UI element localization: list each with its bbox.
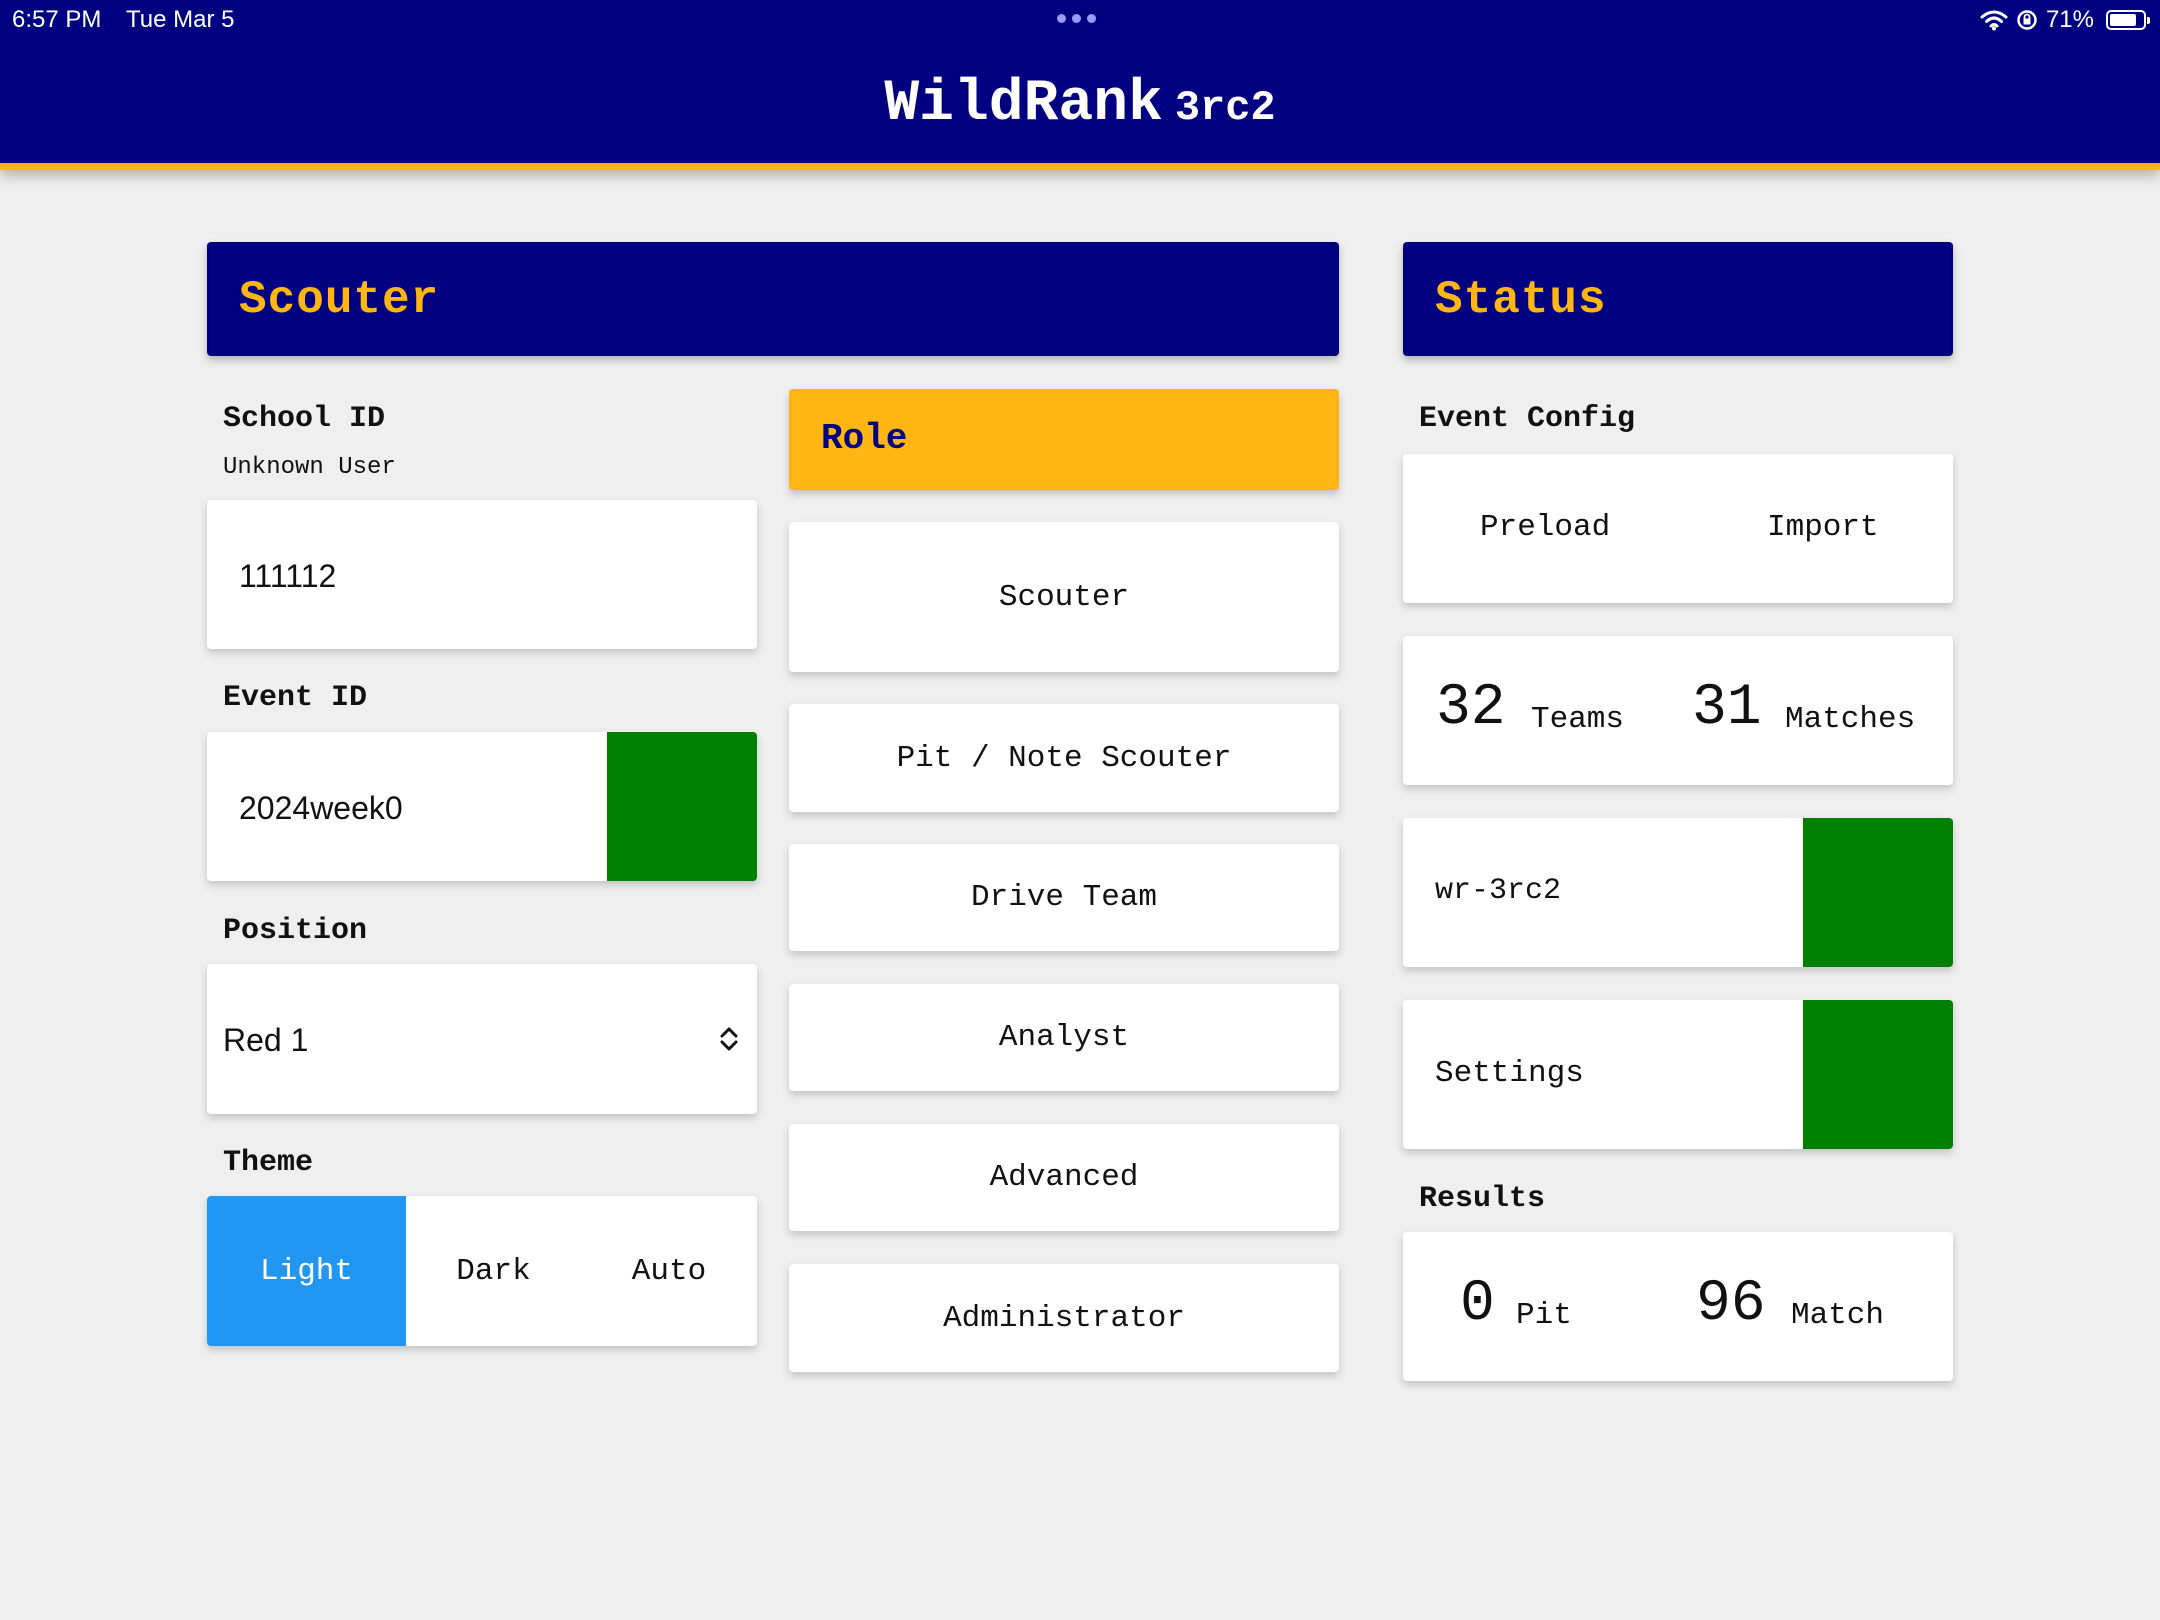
status-heading-text: Status xyxy=(1435,274,1607,326)
app-title: WildRank 3rc2 xyxy=(0,72,2160,137)
role-scouter-button[interactable]: Scouter xyxy=(789,522,1339,672)
settings-card[interactable]: Settings xyxy=(1403,1000,1953,1149)
chevron-up-down-icon xyxy=(720,1027,738,1051)
scouter-panel-heading: Scouter xyxy=(207,242,1339,356)
battery-percent: 71% xyxy=(2045,6,2094,33)
teams-count-label: Teams xyxy=(1531,702,1625,737)
event-id-status-indicator[interactable] xyxy=(607,732,757,881)
app-header: 6:57 PM Tue Mar 5 71% WildRank 3rc2 xyxy=(0,0,2160,170)
preload-button[interactable]: Preload xyxy=(1480,510,1610,545)
role-analyst-button[interactable]: Analyst xyxy=(789,984,1339,1091)
theme-label: Theme xyxy=(223,1146,314,1180)
wifi-icon xyxy=(1980,10,2008,31)
event-counts-card: 32 Teams 31 Matches xyxy=(1403,636,1953,785)
app-name: WildRank xyxy=(884,72,1163,137)
role-drive-team-button[interactable]: Drive Team xyxy=(789,844,1339,951)
orientation-lock-icon xyxy=(2017,10,2037,30)
import-button[interactable]: Import xyxy=(1767,510,1879,545)
cache-version-label: wr-3rc2 xyxy=(1435,874,1562,908)
event-id-input[interactable]: 2024week0 xyxy=(207,732,757,881)
scouter-heading-text: Scouter xyxy=(239,274,440,326)
status-panel-heading: Status xyxy=(1403,242,1953,356)
role-administrator-button[interactable]: Administrator xyxy=(789,1264,1339,1372)
position-select[interactable]: Red 1 xyxy=(207,964,757,1114)
theme-option-auto[interactable]: Auto xyxy=(581,1196,757,1346)
role-heading: Role xyxy=(789,389,1339,490)
event-id-label: Event ID xyxy=(223,681,368,715)
match-results-label: Match xyxy=(1791,1298,1885,1333)
pit-results-count: 0 xyxy=(1460,1272,1495,1337)
role-pit-note-scouter-button[interactable]: Pit / Note Scouter xyxy=(789,704,1339,812)
settings-status-indicator xyxy=(1803,1000,1953,1149)
pit-results-label: Pit xyxy=(1516,1298,1572,1333)
teams-count: 32 xyxy=(1436,676,1506,741)
school-id-label: School ID xyxy=(223,402,386,436)
cache-status-indicator xyxy=(1803,818,1953,967)
event-config-label: Event Config xyxy=(1419,402,1636,436)
role-heading-text: Role xyxy=(821,418,908,459)
cache-version-card[interactable]: wr-3rc2 xyxy=(1403,818,1953,967)
match-results-count: 96 xyxy=(1696,1272,1766,1337)
theme-option-dark[interactable]: Dark xyxy=(406,1196,581,1346)
matches-count-label: Matches xyxy=(1785,702,1916,737)
multitasking-dots-icon[interactable] xyxy=(1057,14,1096,23)
settings-label: Settings xyxy=(1435,1056,1584,1091)
status-time: 6:57 PM xyxy=(12,6,102,33)
role-advanced-button[interactable]: Advanced xyxy=(789,1124,1339,1231)
results-label: Results xyxy=(1419,1182,1546,1216)
theme-selector: Light Dark Auto xyxy=(207,1196,757,1346)
position-label: Position xyxy=(223,914,368,948)
battery-icon xyxy=(2106,10,2150,30)
school-id-input[interactable]: 111112 xyxy=(207,500,757,649)
results-card[interactable]: 0 Pit 96 Match xyxy=(1403,1232,1953,1381)
theme-option-light[interactable]: Light xyxy=(207,1196,406,1346)
user-name-text: Unknown User xyxy=(223,454,396,481)
ios-status-bar: 6:57 PM Tue Mar 5 71% xyxy=(0,0,2160,40)
event-config-card: Preload Import xyxy=(1403,454,1953,603)
status-date: Tue Mar 5 xyxy=(126,6,235,33)
app-version: 3rc2 xyxy=(1174,84,1276,132)
position-value: Red 1 xyxy=(223,1022,309,1058)
matches-count: 31 xyxy=(1692,676,1762,741)
school-id-value: 111112 xyxy=(239,558,337,594)
event-id-value: 2024week0 xyxy=(239,790,403,826)
